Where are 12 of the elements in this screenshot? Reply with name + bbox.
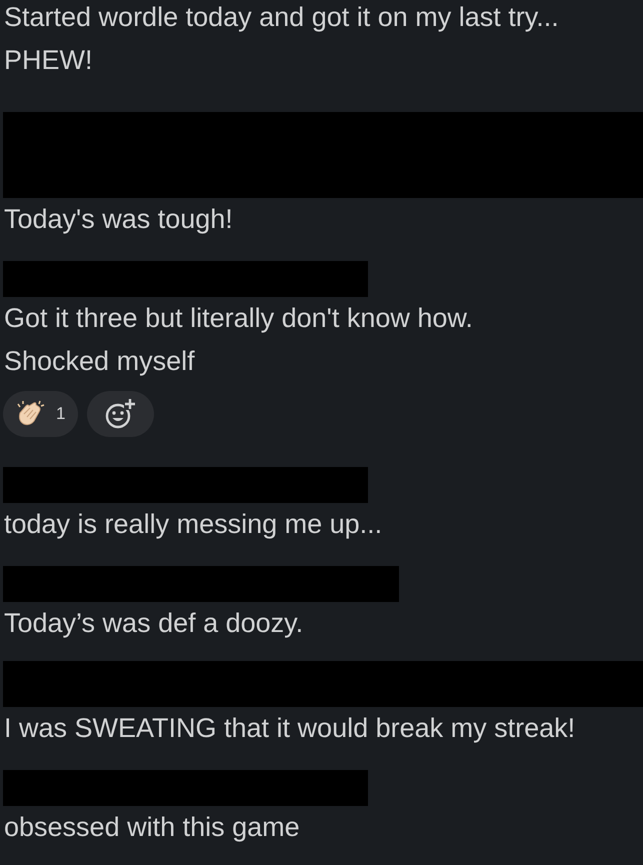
message-text: obsessed with this game xyxy=(4,811,301,844)
message-text: Today’s was def a doozy. xyxy=(4,607,304,640)
message-text: Shocked myself xyxy=(4,345,196,378)
message-text: Got it three but literally don't know how. xyxy=(4,302,474,335)
message-text: today is really messing me up... xyxy=(4,508,384,541)
message-text: Today's was tough! xyxy=(4,203,234,236)
reaction-button[interactable]: 1 xyxy=(3,391,78,437)
message-text: PHEW! xyxy=(4,44,94,77)
add-reaction-button[interactable] xyxy=(87,391,154,437)
add-reaction-icon xyxy=(104,398,138,430)
message-text: I was SWEATING that it would break my streak! xyxy=(4,712,576,745)
message-text: Started wordle today and got it on my last try... xyxy=(4,1,560,34)
